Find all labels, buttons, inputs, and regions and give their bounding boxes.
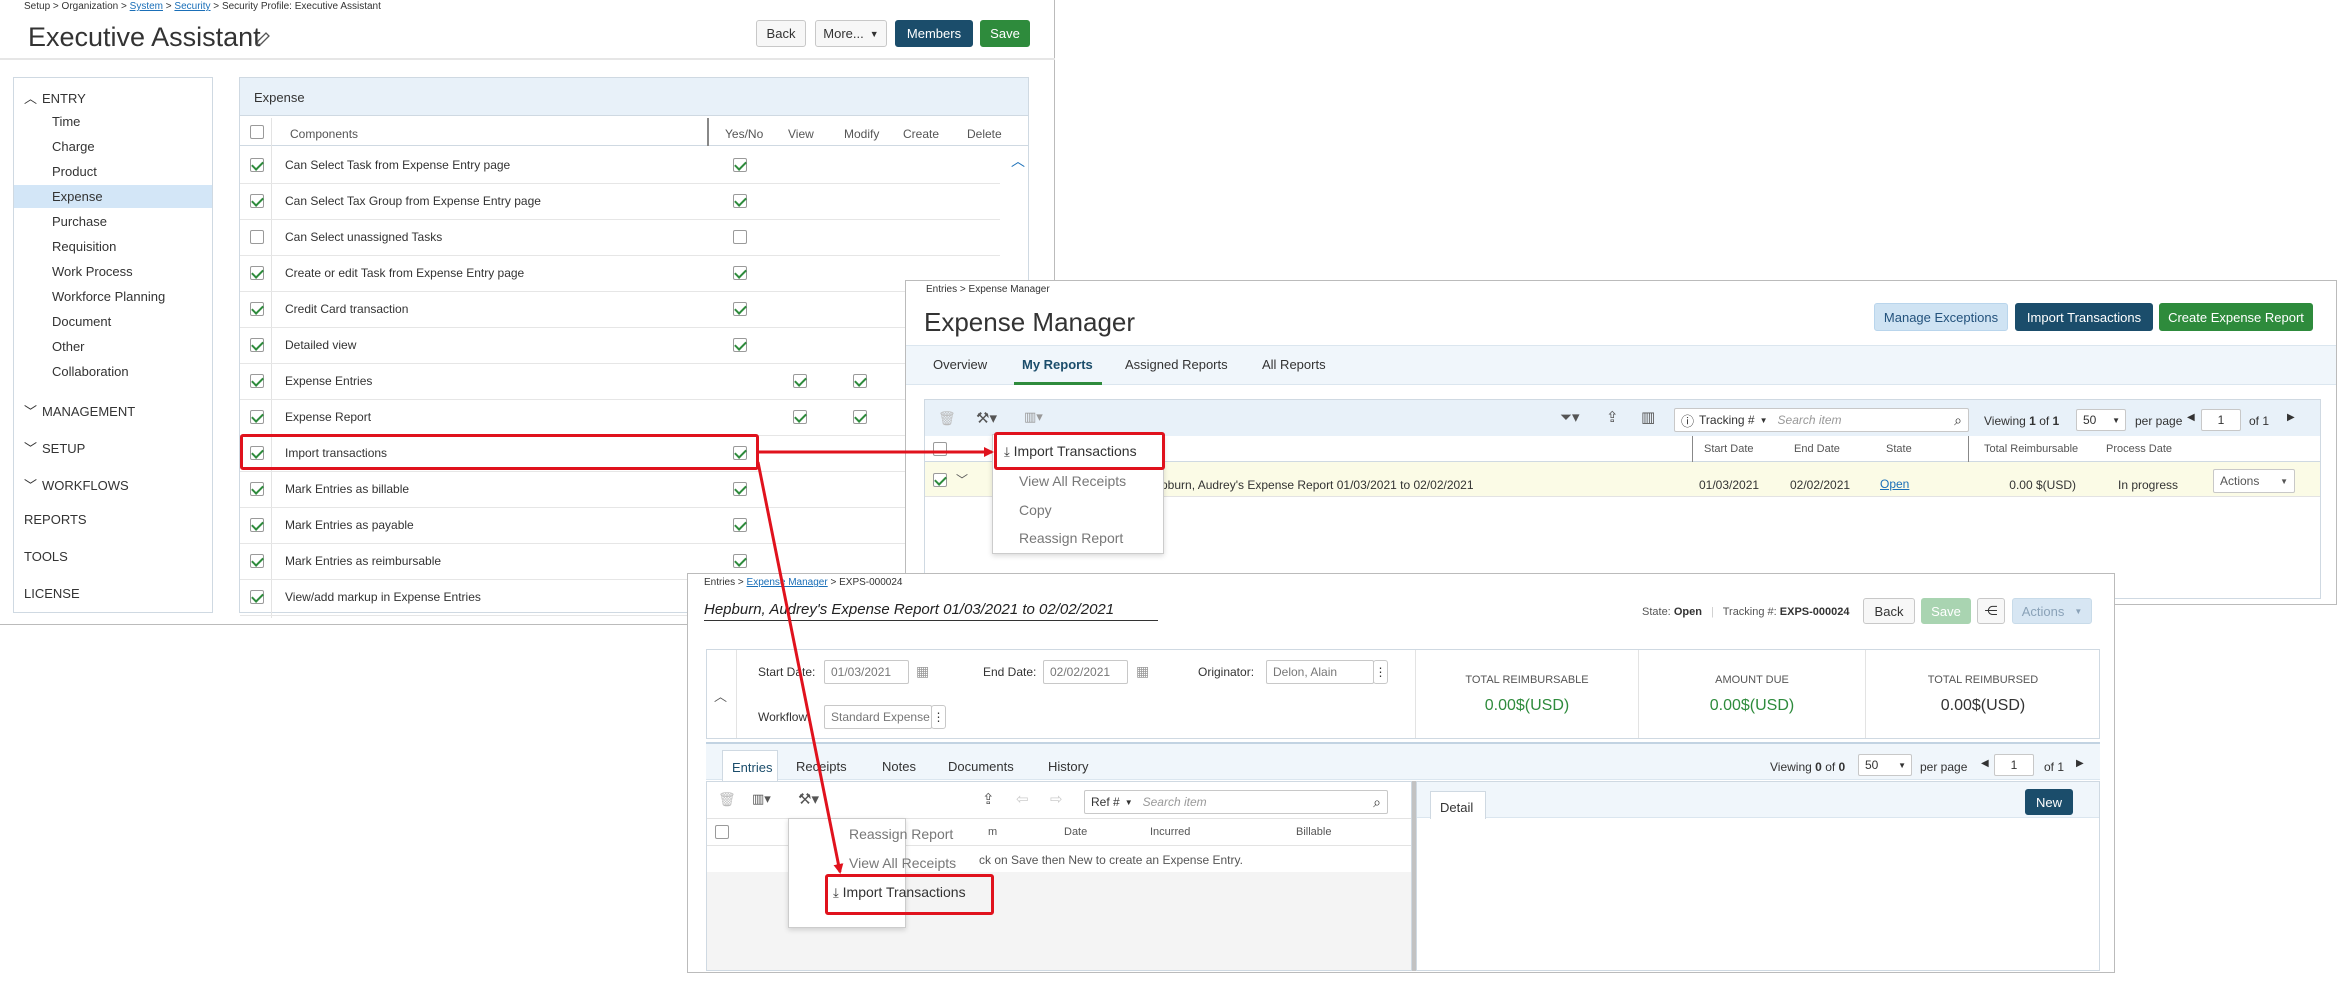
arrow-to-report-menu	[756, 461, 844, 874]
annotation-arrows	[756, 447, 994, 874]
